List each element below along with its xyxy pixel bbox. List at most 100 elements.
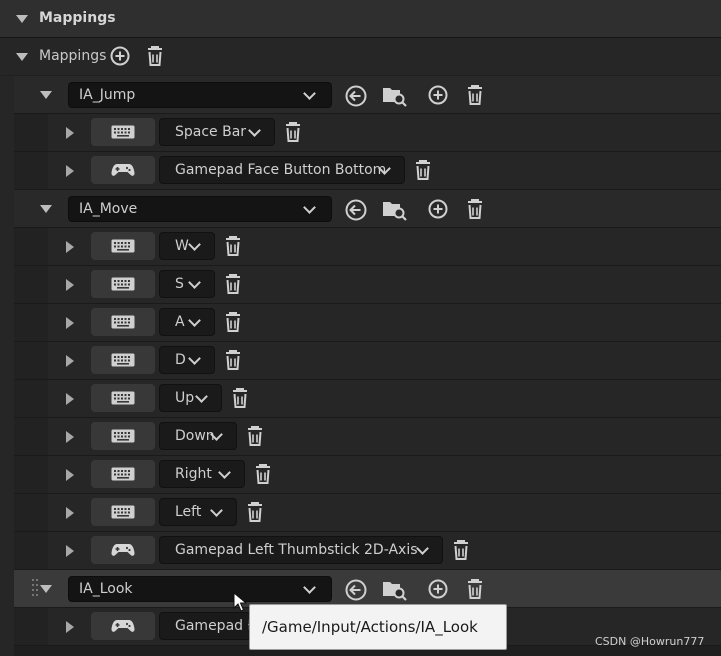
keyboard-key-selector[interactable]	[91, 308, 155, 336]
chevron-down-icon	[188, 352, 201, 365]
input-action-name: IA_Look	[79, 581, 133, 597]
add-key-mapping-icon[interactable]	[428, 199, 448, 219]
key-combo[interactable]: S	[159, 270, 215, 298]
browse-to-asset-icon[interactable]	[382, 579, 408, 601]
delete-key-trash-icon[interactable]	[231, 387, 249, 409]
group-collapse-icon[interactable]	[40, 205, 52, 213]
group-collapse-icon[interactable]	[40, 91, 52, 99]
key-name: Left	[175, 504, 202, 520]
key-name: A	[175, 314, 185, 330]
delete-key-trash-icon[interactable]	[246, 501, 264, 523]
delete-key-trash-icon[interactable]	[224, 311, 242, 333]
delete-action-mapping-icon[interactable]	[466, 198, 484, 220]
expand-key-icon[interactable]	[66, 317, 74, 329]
delete-key-trash-icon[interactable]	[414, 159, 432, 181]
keyboard-key-selector[interactable]	[91, 422, 155, 450]
gamepad-key-selector[interactable]	[91, 156, 155, 184]
expand-key-icon[interactable]	[66, 127, 74, 139]
keyboard-key-selector[interactable]	[91, 346, 155, 374]
chevron-down-icon	[303, 87, 316, 100]
browse-to-asset-icon[interactable]	[382, 199, 408, 221]
use-selected-asset-icon[interactable]	[345, 85, 367, 107]
key-combo[interactable]: Down	[159, 422, 237, 450]
mappings-array-row	[0, 38, 721, 75]
key-combo[interactable]: Right	[159, 460, 245, 488]
delete-key-trash-icon[interactable]	[224, 273, 242, 295]
keyboard-key-selector[interactable]	[91, 460, 155, 488]
key-name: Gamepad R	[175, 618, 258, 634]
keyboard-icon	[111, 125, 135, 139]
expand-key-icon[interactable]	[66, 431, 74, 443]
expand-key-icon[interactable]	[66, 621, 74, 633]
key-combo[interactable]: Space Bar	[159, 118, 275, 146]
delete-key-trash-icon[interactable]	[224, 349, 242, 371]
expand-key-icon[interactable]	[66, 545, 74, 557]
key-combo[interactable]: Up	[159, 384, 222, 412]
gamepad-key-selector[interactable]	[91, 612, 155, 640]
keyboard-icon	[111, 239, 135, 253]
chevron-down-icon	[195, 390, 208, 403]
row-indent	[14, 266, 48, 303]
gamepad-icon	[111, 162, 135, 178]
expand-key-icon[interactable]	[66, 241, 74, 253]
keyboard-icon	[111, 505, 135, 519]
keyboard-icon	[111, 429, 135, 443]
key-name: Right	[175, 466, 212, 482]
clear-mappings-trash-icon[interactable]	[146, 45, 164, 67]
left-gutter	[0, 76, 14, 656]
row-indent	[14, 228, 48, 265]
section-collapse-icon[interactable]	[16, 15, 28, 23]
key-combo[interactable]: D	[159, 346, 215, 374]
expand-key-icon[interactable]	[66, 469, 74, 481]
key-combo[interactable]: Gamepad Left Thumbstick 2D-Axis	[159, 536, 443, 564]
key-combo[interactable]: Gamepad Face Button Bottom	[159, 156, 405, 184]
keyboard-key-selector[interactable]	[91, 232, 155, 260]
key-name: Down	[175, 428, 215, 444]
expand-key-icon[interactable]	[66, 279, 74, 291]
key-combo[interactable]: A	[159, 308, 215, 336]
add-mapping-icon[interactable]	[110, 46, 130, 66]
keyboard-key-selector[interactable]	[91, 270, 155, 298]
delete-key-trash-icon[interactable]	[224, 235, 242, 257]
expand-key-icon[interactable]	[66, 165, 74, 177]
key-combo[interactable]: W	[159, 232, 215, 260]
key-name: D	[175, 352, 186, 368]
expand-key-icon[interactable]	[66, 393, 74, 405]
row-indent	[14, 418, 48, 455]
chevron-down-icon	[303, 201, 316, 214]
row-indent	[14, 380, 48, 417]
drag-handle[interactable]	[31, 577, 39, 597]
input-action-combo[interactable]: IA_Look	[68, 576, 332, 602]
keyboard-key-selector[interactable]	[91, 498, 155, 526]
keyboard-key-selector[interactable]	[91, 384, 155, 412]
add-key-mapping-icon[interactable]	[428, 85, 448, 105]
use-selected-asset-icon[interactable]	[345, 199, 367, 221]
keyboard-key-selector[interactable]	[91, 118, 155, 146]
gamepad-key-selector[interactable]	[91, 536, 155, 564]
delete-key-trash-icon[interactable]	[254, 463, 272, 485]
chevron-down-icon	[303, 581, 316, 594]
key-combo[interactable]: Left	[159, 498, 237, 526]
keyboard-icon	[111, 315, 135, 329]
delete-key-trash-icon[interactable]	[246, 425, 264, 447]
use-selected-asset-icon[interactable]	[345, 579, 367, 601]
input-action-combo[interactable]: IA_Move	[68, 196, 332, 222]
delete-action-mapping-icon[interactable]	[466, 578, 484, 600]
browse-to-asset-icon[interactable]	[382, 85, 408, 107]
delete-key-trash-icon[interactable]	[452, 539, 470, 561]
expand-key-icon[interactable]	[66, 355, 74, 367]
group-collapse-icon[interactable]	[40, 585, 52, 593]
input-action-combo[interactable]: IA_Jump	[68, 82, 332, 108]
delete-action-mapping-icon[interactable]	[466, 84, 484, 106]
row-indent	[14, 342, 48, 379]
add-key-mapping-icon[interactable]	[428, 579, 448, 599]
mappings-collapse-icon[interactable]	[16, 53, 28, 61]
row-indent	[14, 494, 48, 531]
row-indent	[14, 532, 48, 569]
delete-key-trash-icon[interactable]	[284, 121, 302, 143]
expand-key-icon[interactable]	[66, 507, 74, 519]
keyboard-icon	[111, 277, 135, 291]
chevron-down-icon	[218, 466, 231, 479]
keyboard-icon	[111, 391, 135, 405]
section-title: Mappings	[39, 10, 116, 26]
